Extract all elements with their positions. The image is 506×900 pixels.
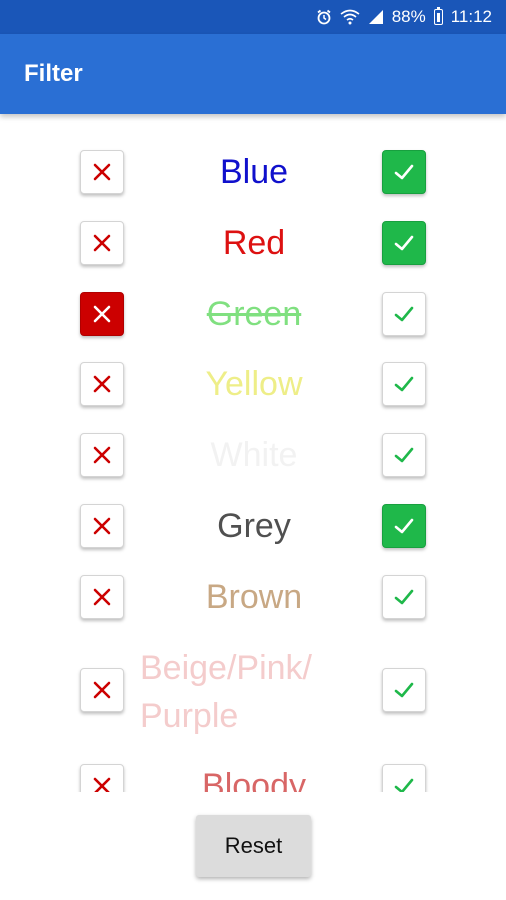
exclude-checkbox[interactable] [80, 362, 124, 406]
include-checkbox[interactable] [382, 150, 426, 194]
status-bar: 88% 11:12 [0, 0, 506, 34]
close-icon [93, 375, 111, 393]
exclude-checkbox[interactable] [80, 292, 124, 336]
include-checkbox[interactable] [382, 221, 426, 265]
clock: 11:12 [450, 7, 492, 26]
filter-row: White [0, 431, 506, 479]
color-label: Yellow [205, 365, 303, 403]
page-title: Filter [24, 60, 83, 87]
reset-button[interactable]: Reset [196, 815, 311, 877]
color-label: Green [206, 295, 302, 333]
alarm-icon [317, 9, 331, 25]
include-checkbox[interactable] [382, 504, 426, 548]
check-icon [394, 306, 414, 322]
include-checkbox[interactable] [382, 433, 426, 477]
check-icon [394, 447, 414, 463]
check-icon [394, 778, 414, 792]
exclude-checkbox[interactable] [80, 221, 124, 265]
signal-icon [368, 10, 383, 24]
filter-row: Blue [0, 148, 506, 196]
status-icons: 88% 11:12 [316, 0, 492, 34]
app-bar: Filter [0, 34, 506, 114]
color-label: Grey [217, 507, 291, 545]
battery-icon [433, 7, 443, 25]
include-checkbox[interactable] [382, 575, 426, 619]
exclude-checkbox[interactable] [80, 504, 124, 548]
check-icon [394, 518, 414, 534]
check-icon [394, 682, 414, 698]
color-label: Bloody [202, 767, 306, 792]
exclude-checkbox[interactable] [80, 668, 124, 712]
include-checkbox[interactable] [382, 668, 426, 712]
color-label: Beige/Pink/ Purple [140, 649, 312, 735]
wifi-icon [340, 9, 360, 25]
filter-list[interactable]: Blue Red Green Yellow White Grey Brown B… [0, 124, 506, 792]
close-icon [93, 681, 111, 699]
check-icon [394, 376, 414, 392]
close-icon [93, 588, 111, 606]
close-icon [93, 446, 111, 464]
exclude-checkbox[interactable] [80, 150, 124, 194]
filter-row: Red [0, 219, 506, 267]
close-icon [93, 777, 111, 792]
exclude-checkbox[interactable] [80, 764, 124, 792]
filter-row: Grey [0, 502, 506, 550]
include-checkbox[interactable] [382, 764, 426, 792]
filter-row: Bloody [0, 762, 506, 792]
color-label: White [210, 436, 298, 474]
close-icon [93, 163, 111, 181]
filter-row: Green [0, 290, 506, 338]
check-icon [394, 589, 414, 605]
include-checkbox[interactable] [382, 362, 426, 406]
filter-row: Beige/Pink/ Purple [0, 644, 506, 740]
filter-row: Yellow [0, 360, 506, 408]
color-label: Blue [219, 153, 289, 191]
filter-row: Brown [0, 573, 506, 621]
check-icon [394, 235, 414, 251]
close-icon [93, 305, 111, 323]
color-label: Red [222, 224, 286, 262]
close-icon [93, 517, 111, 535]
check-icon [394, 164, 414, 180]
include-checkbox[interactable] [382, 292, 426, 336]
close-icon [93, 234, 111, 252]
exclude-checkbox[interactable] [80, 433, 124, 477]
battery-percent: 88% [391, 7, 426, 26]
exclude-checkbox[interactable] [80, 575, 124, 619]
color-label: Brown [205, 578, 303, 616]
